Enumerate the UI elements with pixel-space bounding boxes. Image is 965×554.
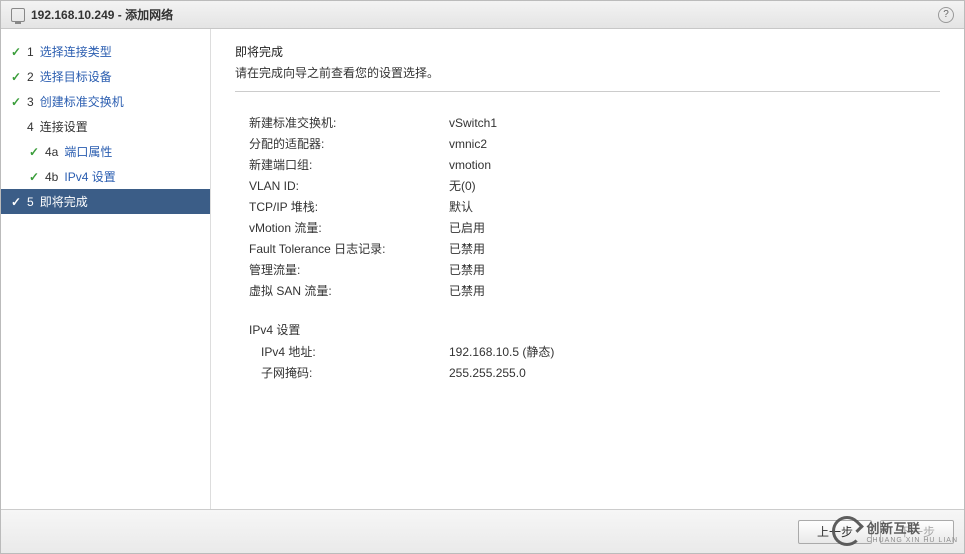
step-number: 2: [27, 70, 34, 84]
step-number: 4b: [45, 170, 58, 184]
row-value: 已禁用: [449, 240, 485, 257]
step-label: 即将完成: [40, 193, 88, 210]
step-label: IPv4 设置: [64, 168, 115, 185]
back-button[interactable]: 上一步: [798, 520, 872, 544]
step-label: 选择目标设备: [40, 68, 112, 85]
step-3[interactable]: 3 创建标准交换机: [1, 89, 210, 114]
summary-row: 新建端口组: vmotion: [249, 154, 940, 175]
row-label: 新建端口组:: [249, 156, 449, 173]
row-value: 已禁用: [449, 261, 485, 278]
row-value: vmotion: [449, 158, 491, 172]
step-number: 4: [27, 120, 34, 134]
wizard-main-panel: 即将完成 请在完成向导之前查看您的设置选择。 新建标准交换机: vSwitch1…: [211, 29, 964, 509]
divider: [235, 91, 940, 92]
row-label: 虚拟 SAN 流量:: [249, 282, 449, 299]
row-label: 分配的适配器:: [249, 135, 449, 152]
page-subheading: 请在完成向导之前查看您的设置选择。: [235, 64, 940, 81]
ipv4-section-heading: IPv4 设置: [249, 317, 940, 341]
wizard-window: 192.168.10.249 - 添加网络 ? 1 选择连接类型 2 选择目标设…: [0, 0, 965, 554]
check-icon: [27, 145, 41, 159]
check-icon: [27, 170, 41, 184]
summary-row: VLAN ID: 无(0): [249, 175, 940, 196]
step-label: 选择连接类型: [40, 43, 112, 60]
step-label: 连接设置: [40, 118, 88, 135]
row-value: 255.255.255.0: [449, 366, 526, 380]
row-value: 已禁用: [449, 282, 485, 299]
step-label: 端口属性: [64, 143, 112, 160]
step-2[interactable]: 2 选择目标设备: [1, 64, 210, 89]
help-icon[interactable]: ?: [938, 7, 954, 23]
row-label: 新建标准交换机:: [249, 114, 449, 131]
summary-row: 子网掩码: 255.255.255.0: [261, 362, 940, 383]
summary-row: 虚拟 SAN 流量: 已禁用: [249, 280, 940, 301]
check-icon: [9, 195, 23, 209]
check-icon: [9, 70, 23, 84]
step-label: 创建标准交换机: [40, 93, 124, 110]
row-label: IPv4 地址:: [261, 343, 449, 360]
ipv4-rows: IPv4 地址: 192.168.10.5 (静态) 子网掩码: 255.255…: [249, 341, 940, 383]
row-label: 子网掩码:: [261, 364, 449, 381]
summary-row: vMotion 流量: 已启用: [249, 217, 940, 238]
row-value: vmnic2: [449, 137, 487, 151]
row-value: 192.168.10.5 (静态): [449, 343, 554, 360]
step-4b[interactable]: 4b IPv4 设置: [1, 164, 210, 189]
check-icon: [9, 95, 23, 109]
next-button[interactable]: 下一步: [880, 520, 954, 544]
step-number: 3: [27, 95, 34, 109]
wizard-steps-sidebar: 1 选择连接类型 2 选择目标设备 3 创建标准交换机 4 连接设置 4a 端口…: [1, 29, 211, 509]
summary-row: 管理流量: 已禁用: [249, 259, 940, 280]
page-heading: 即将完成: [235, 43, 940, 60]
row-label: VLAN ID:: [249, 179, 449, 193]
step-number: 5: [27, 195, 34, 209]
titlebar: 192.168.10.249 - 添加网络 ?: [1, 1, 964, 29]
window-title: 192.168.10.249 - 添加网络: [31, 6, 938, 23]
wizard-body: 1 选择连接类型 2 选择目标设备 3 创建标准交换机 4 连接设置 4a 端口…: [1, 29, 964, 509]
step-number: 1: [27, 45, 34, 59]
row-value: 默认: [449, 198, 473, 215]
step-4a[interactable]: 4a 端口属性: [1, 139, 210, 164]
summary-row: IPv4 地址: 192.168.10.5 (静态): [261, 341, 940, 362]
host-icon: [11, 8, 25, 22]
row-label: vMotion 流量:: [249, 219, 449, 236]
summary-row: TCP/IP 堆栈: 默认: [249, 196, 940, 217]
summary-row: 分配的适配器: vmnic2: [249, 133, 940, 154]
step-5[interactable]: 5 即将完成: [1, 189, 210, 214]
summary-list: 新建标准交换机: vSwitch1 分配的适配器: vmnic2 新建端口组: …: [235, 112, 940, 383]
step-1[interactable]: 1 选择连接类型: [1, 39, 210, 64]
row-value: 已启用: [449, 219, 485, 236]
wizard-footer: 上一步 下一步 创新互联 CHUANG XIN HU LIAN: [1, 509, 964, 553]
row-label: TCP/IP 堆栈:: [249, 198, 449, 215]
row-label: Fault Tolerance 日志记录:: [249, 240, 449, 257]
step-4[interactable]: 4 连接设置: [1, 114, 210, 139]
row-label: 管理流量:: [249, 261, 449, 278]
summary-row: 新建标准交换机: vSwitch1: [249, 112, 940, 133]
row-value: 无(0): [449, 177, 476, 194]
summary-row: Fault Tolerance 日志记录: 已禁用: [249, 238, 940, 259]
row-value: vSwitch1: [449, 116, 497, 130]
step-number: 4a: [45, 145, 58, 159]
check-icon: [9, 45, 23, 59]
